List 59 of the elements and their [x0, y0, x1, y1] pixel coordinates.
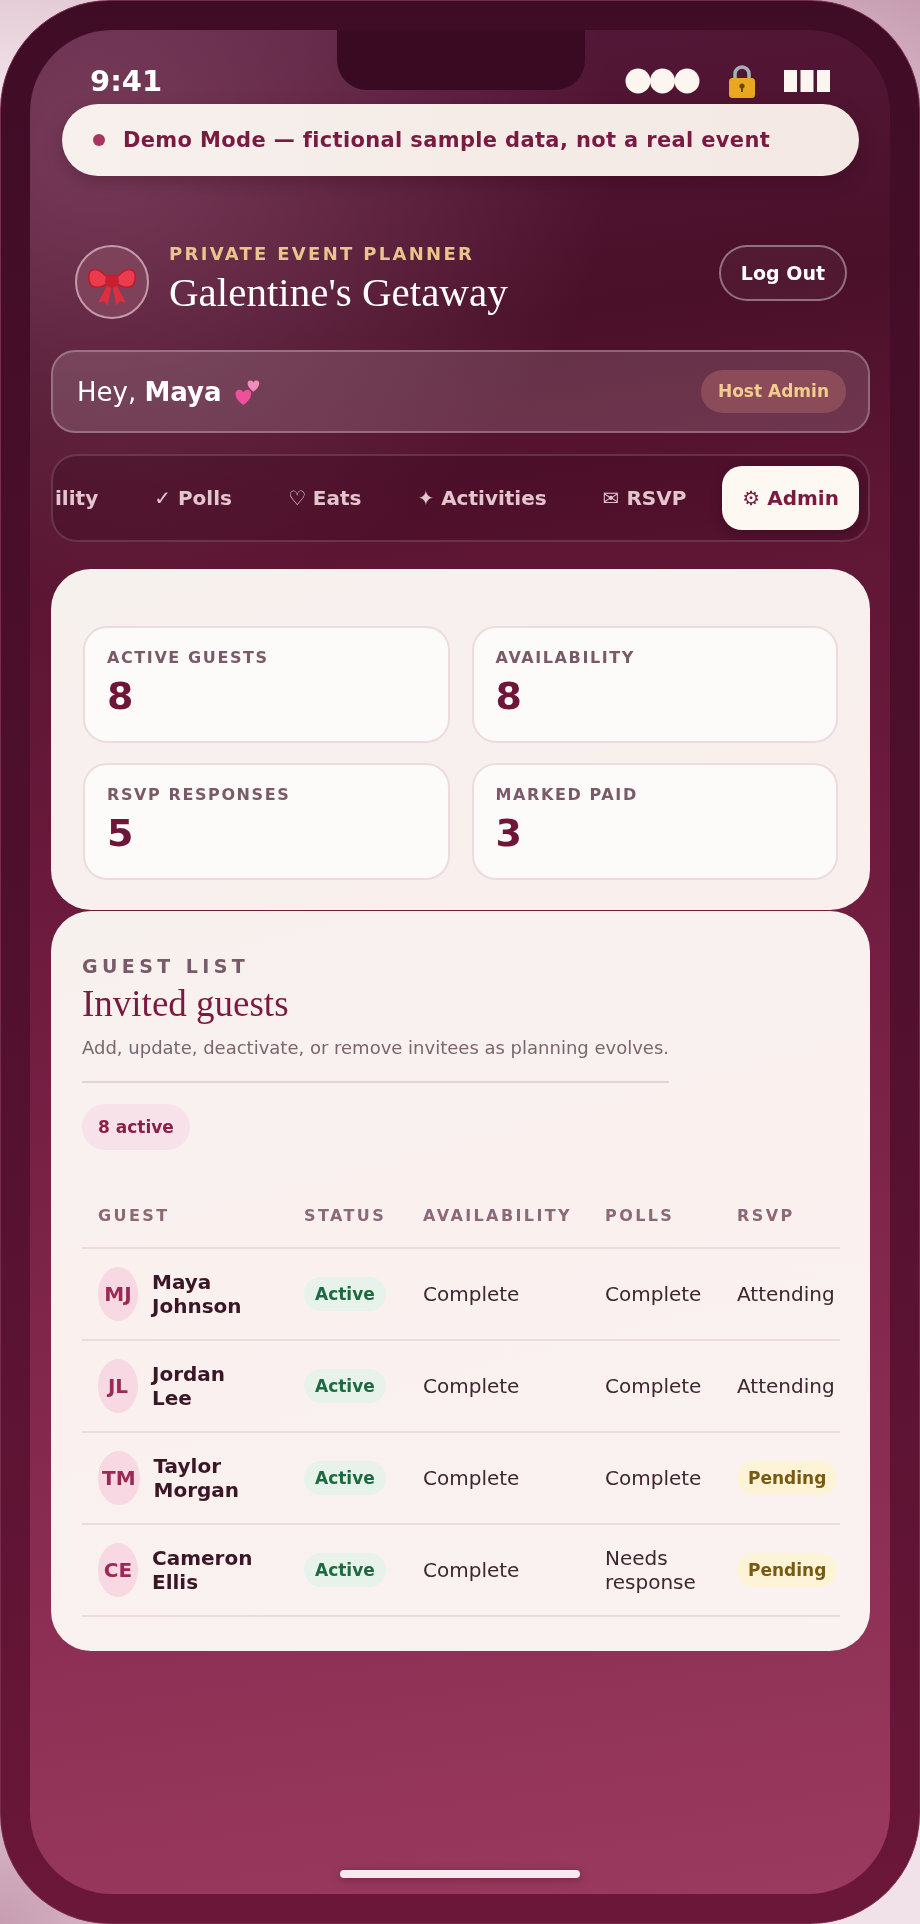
section-title: Invited guests	[82, 983, 290, 1025]
availability-text: Complete	[423, 1466, 520, 1490]
greeting-text: Hey, Maya	[77, 376, 222, 407]
banner-text: Demo Mode — fictional sample data, not a real event	[123, 128, 771, 152]
tab[interactable]: ✉ RSVP	[582, 466, 707, 530]
rsvp-badge: Pending	[737, 1553, 838, 1587]
availability-text: Complete	[423, 1374, 520, 1398]
signal-dots-icon	[625, 68, 700, 94]
role-badge: Host Admin	[700, 370, 846, 413]
section-eyebrow: GUEST LIST	[82, 954, 251, 978]
initials-avatar: TM	[98, 1451, 140, 1505]
bow-icon	[75, 245, 149, 319]
stat-label: MARKED PAID	[495, 785, 639, 805]
column-header: STATUS	[304, 1206, 387, 1226]
initials-avatar: MJ	[98, 1267, 138, 1321]
tab[interactable]: ✦ Activities	[397, 466, 567, 530]
guest-name: Cameron Ellis	[152, 1546, 254, 1594]
tab[interactable]: ♡ Eats	[267, 466, 382, 530]
stat-label: RSVP RESPONSES	[107, 785, 292, 805]
polls-text: Needs response	[605, 1546, 697, 1594]
logout-button[interactable]: Log Out	[718, 245, 847, 301]
availability-text: Complete	[423, 1282, 520, 1306]
dot-icon	[93, 134, 105, 146]
tab[interactable]: ility	[55, 466, 119, 530]
planner-eyebrow: PRIVATE EVENT PLANNER	[169, 242, 476, 266]
column-header: POLLS	[605, 1206, 675, 1226]
stat-value: 5	[107, 811, 135, 855]
stat-value: 8	[495, 674, 523, 718]
guest-name: Taylor Morgan	[153, 1454, 241, 1502]
rsvp-badge: Pending	[737, 1461, 838, 1495]
stat-value: 8	[107, 674, 135, 718]
rsvp-text: Attending	[737, 1374, 835, 1398]
status-badge: Active	[304, 1461, 386, 1495]
column-header: AVAILABILITY	[423, 1206, 573, 1226]
status-badge: Active	[304, 1277, 386, 1311]
section-description: Add, update, deactivate, or remove invitees as planning evolves.	[82, 1036, 669, 1060]
status-badge: Active	[304, 1369, 386, 1403]
stat-label: AVAILABILITY	[495, 648, 636, 668]
status-time: 9:41	[90, 64, 163, 98]
stat-label: ACTIVE GUESTS	[107, 648, 270, 668]
column-header: RSVP	[737, 1206, 795, 1226]
status-badge: Active	[304, 1553, 386, 1587]
count-badge: 8 active	[82, 1104, 190, 1150]
column-header: GUEST	[98, 1206, 170, 1226]
polls-text: Complete	[605, 1282, 702, 1306]
initials-avatar: JL	[98, 1359, 138, 1413]
lock-icon	[727, 64, 757, 98]
polls-text: Complete	[605, 1466, 702, 1490]
tab[interactable]: ⚙ Admin	[722, 466, 859, 530]
initials-avatar: CE	[98, 1543, 138, 1597]
guest-name: Maya Johnson	[152, 1270, 243, 1318]
stat-value: 3	[495, 811, 523, 855]
availability-text: Complete	[423, 1558, 520, 1582]
guest-name: Jordan Lee	[152, 1362, 227, 1410]
polls-text: Complete	[605, 1374, 702, 1398]
battery-icon	[784, 70, 830, 92]
rsvp-text: Attending	[737, 1282, 835, 1306]
event-title: Galentine's Getaway	[169, 268, 509, 316]
tab[interactable]: ✓ Polls	[134, 466, 252, 530]
